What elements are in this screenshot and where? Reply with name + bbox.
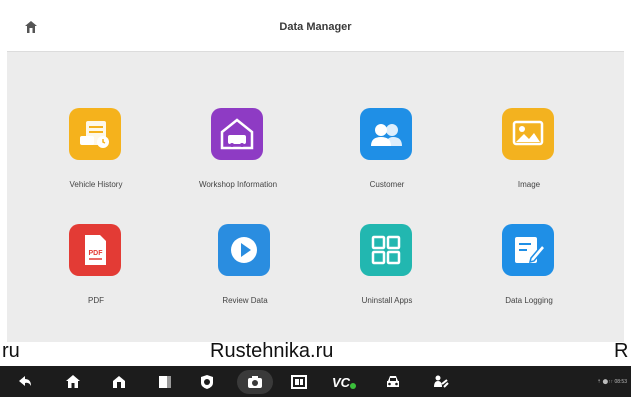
system-navbar: VC ⇡ ⬤↑↑ 08:53 — [0, 366, 631, 397]
pdf-icon: PDF — [69, 224, 121, 276]
tile-workshop-information[interactable]: Workshop Information — [178, 108, 298, 228]
vci-icon: VC — [332, 375, 356, 390]
tile-label: Customer — [369, 180, 405, 189]
tile-vehicle-history[interactable]: Vehicle History — [36, 108, 156, 228]
tile-label: Vehicle History — [69, 180, 123, 189]
tile-label: Workshop Information — [198, 180, 278, 189]
tile-label: Image — [517, 180, 541, 189]
customer-icon — [360, 108, 412, 160]
camera-icon — [248, 376, 262, 388]
tile-image[interactable]: Image — [469, 108, 589, 228]
watermark-text-center: Rustehnika.ru — [210, 340, 334, 362]
watermark-text-right: R — [614, 340, 629, 362]
remote-support-icon — [434, 375, 449, 388]
recent-apps-button[interactable] — [156, 373, 174, 391]
screen-mirror-button[interactable] — [290, 373, 308, 391]
recent-apps-icon — [159, 376, 171, 388]
back-button[interactable] — [16, 373, 34, 391]
home-icon — [66, 375, 80, 388]
tile-customer[interactable]: Customer — [327, 108, 447, 228]
watermark-text-left: ru — [2, 340, 20, 362]
review-data-icon — [218, 224, 270, 276]
workshop-icon — [211, 108, 263, 160]
tile-label: Data Logging — [505, 296, 553, 305]
vehicle-button[interactable] — [384, 373, 402, 391]
data-logging-icon — [502, 224, 554, 276]
image-icon — [502, 108, 554, 160]
tile-uninstall-apps[interactable]: Uninstall Apps — [327, 224, 447, 342]
launcher-button[interactable] — [110, 373, 128, 391]
status-indicators: ⇡ ⬤↑↑ 08:53 — [596, 379, 627, 385]
uninstall-apps-icon — [360, 224, 412, 276]
watermark-strip: ru Rustehnika.ru R — [0, 340, 631, 366]
tile-label: Review Data — [222, 296, 268, 305]
header-bar: Data Manager — [7, 0, 624, 52]
screenshot-button[interactable] — [237, 370, 273, 394]
browser-button[interactable] — [198, 373, 216, 391]
vehicle-history-icon — [69, 108, 121, 160]
remote-support-button[interactable] — [432, 373, 450, 391]
screen-mirror-icon — [291, 375, 307, 389]
tile-review-data[interactable]: Review Data — [185, 224, 305, 342]
svg-text:VC: VC — [332, 375, 351, 390]
tile-data-logging[interactable]: Data Logging — [469, 224, 589, 342]
launcher-icon — [113, 376, 125, 388]
back-icon — [19, 376, 31, 386]
browser-icon — [201, 375, 213, 389]
svg-text:PDF: PDF — [89, 250, 104, 257]
page-title: Data Manager — [279, 21, 352, 33]
tile-pdf[interactable]: PDF PDF — [36, 224, 156, 342]
tile-label: Uninstall Apps — [361, 296, 413, 305]
vehicle-icon — [387, 376, 399, 387]
vci-button[interactable]: VC — [332, 373, 356, 391]
app-screen: Data Manager Vehicle History Workshop In… — [7, 0, 624, 342]
tile-label: PDF — [88, 296, 104, 305]
home-nav-button[interactable] — [64, 373, 82, 391]
